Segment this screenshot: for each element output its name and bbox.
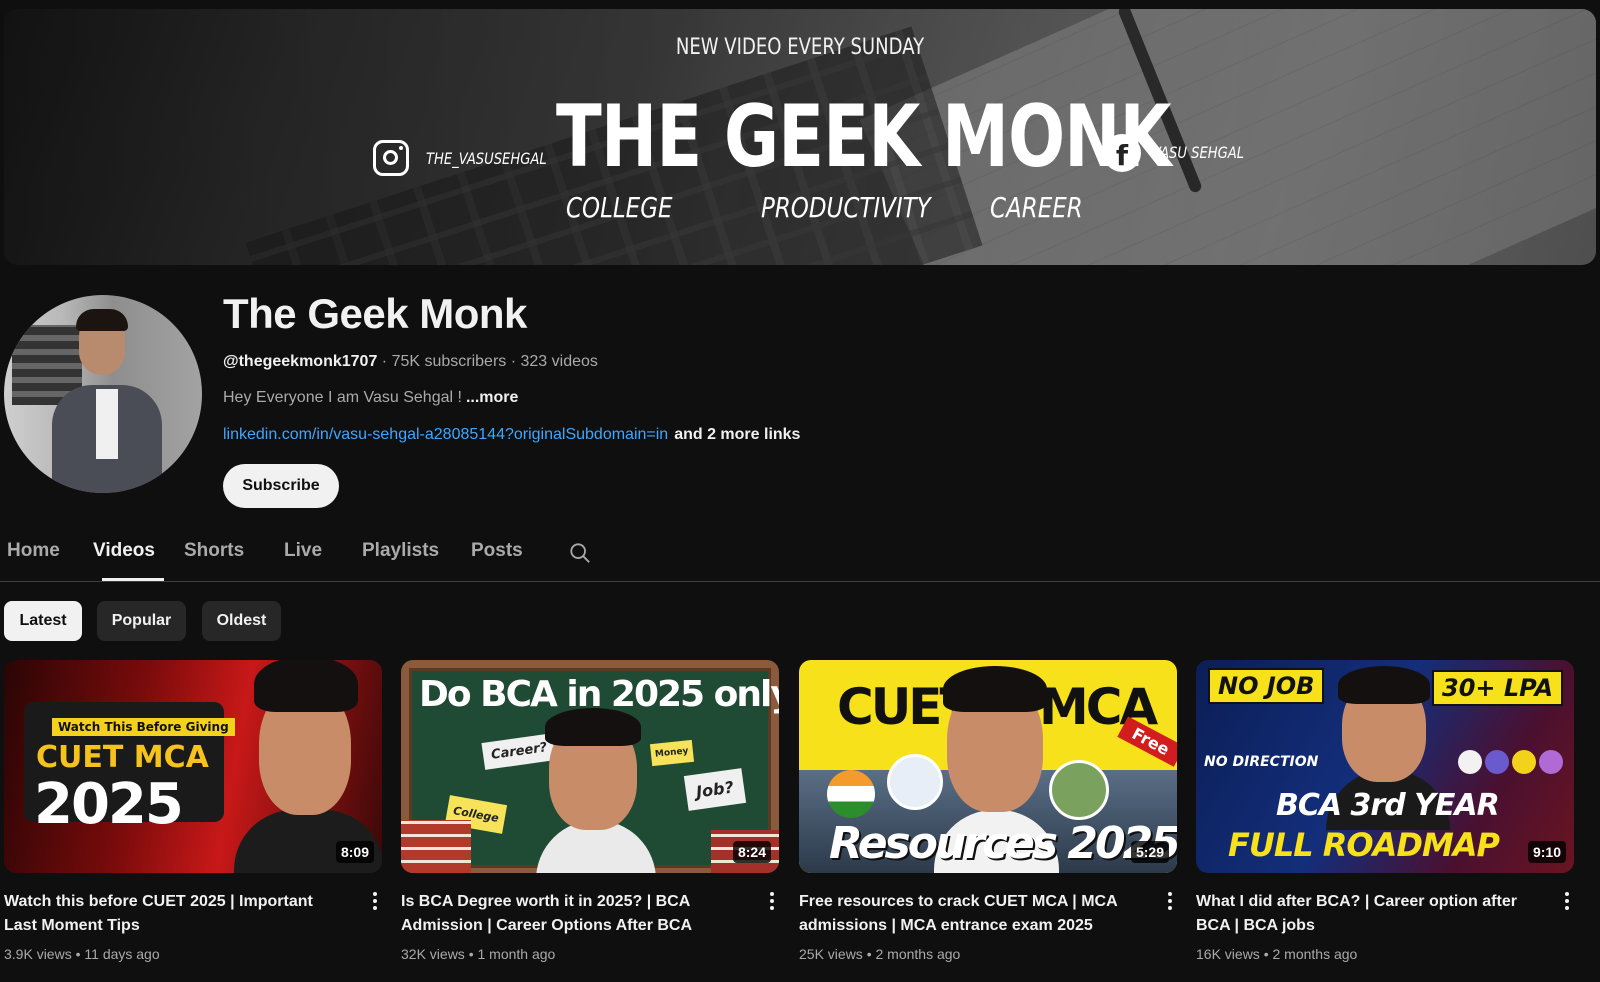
- video-thumbnail[interactable]: Watch This Before Giving CUET MCA 2025 8…: [4, 660, 382, 873]
- video-views: 3.9K views: [4, 946, 72, 962]
- thumb-text: Watch This Before Giving: [52, 718, 235, 736]
- facebook-icon: f: [1103, 134, 1141, 172]
- video-meta: 3.9K views • 11 days ago: [4, 946, 160, 962]
- tab-live[interactable]: Live: [284, 540, 322, 562]
- video-views: 32K views: [401, 946, 465, 962]
- thumb-text: CUET MCA: [36, 740, 209, 775]
- video-title[interactable]: Watch this before CUET 2025 | Important …: [4, 890, 349, 938]
- filter-oldest[interactable]: Oldest: [202, 601, 281, 641]
- thumb-person-hair: [943, 666, 1047, 712]
- more-options-icon[interactable]: [1560, 892, 1574, 912]
- thumb-flag-circle: [827, 770, 875, 818]
- channel-avatar[interactable]: [4, 295, 202, 493]
- channel-meta: @thegeekmonk1707 · 75K subscribers · 323…: [223, 353, 598, 371]
- video-meta: 16K views • 2 months ago: [1196, 946, 1358, 962]
- channel-links: linkedin.com/in/vasu-sehgal-a28085144?or…: [223, 426, 800, 444]
- thumb-book-circle: [887, 754, 943, 810]
- channel-stats: · 75K subscribers · 323 videos: [377, 353, 598, 370]
- tab-posts[interactable]: Posts: [471, 540, 523, 562]
- channel-banner: NEW VIDEO EVERY SUNDAY THE GEEK MONK COL…: [4, 9, 1596, 265]
- active-tab-indicator: [102, 578, 164, 581]
- subscribe-button[interactable]: Subscribe: [223, 464, 339, 508]
- channel-tabs: Home Videos Shorts Live Playlists Posts: [0, 530, 1600, 582]
- video-duration: 8:24: [732, 841, 771, 863]
- avatar-hair: [76, 309, 128, 331]
- filter-latest[interactable]: Latest: [4, 601, 82, 641]
- channel-description[interactable]: Hey Everyone I am Vasu Sehgal ! ...more: [223, 389, 518, 407]
- tab-shorts[interactable]: Shorts: [184, 540, 244, 562]
- tab-playlists[interactable]: Playlists: [362, 540, 439, 562]
- video-age: 1 month ago: [477, 946, 556, 962]
- video-card[interactable]: CUET MCA Free Resources 2025 5:29 Free r…: [799, 660, 1177, 962]
- video-meta: 32K views • 1 month ago: [401, 946, 556, 962]
- banner-instagram-handle: THE_VASUSEHGAL: [426, 149, 547, 168]
- more-options-icon[interactable]: [1163, 892, 1177, 912]
- banner-title: THE GEEK MONK: [556, 87, 1172, 187]
- more-links-button[interactable]: and 2 more links: [674, 426, 800, 443]
- tab-home[interactable]: Home: [7, 540, 60, 562]
- thumb-tech-icons: [1458, 750, 1564, 778]
- video-card[interactable]: NO JOB 30+ LPA NO DIRECTION BCA 3rd YEAR…: [1196, 660, 1574, 962]
- channel-description-text: Hey Everyone I am Vasu Sehgal !: [223, 389, 462, 406]
- thumb-books-left: [401, 820, 471, 873]
- video-age: 11 days ago: [84, 946, 160, 962]
- avatar-shirt: [96, 389, 118, 459]
- video-title[interactable]: Is BCA Degree worth it in 2025? | BCA Ad…: [401, 890, 746, 938]
- banner-subtitle-productivity: PRODUCTIVITY: [761, 191, 931, 224]
- video-age: 2 months ago: [1272, 946, 1358, 962]
- video-thumbnail[interactable]: NO JOB 30+ LPA NO DIRECTION BCA 3rd YEAR…: [1196, 660, 1574, 873]
- banner-subtitle-college: COLLEGE: [566, 191, 673, 224]
- banner-subtitle-career: CAREER: [990, 191, 1083, 224]
- thumb-text: 30+ LPA: [1432, 670, 1564, 706]
- video-title[interactable]: What I did after BCA? | Career option af…: [1196, 890, 1541, 938]
- instagram-icon: [373, 140, 409, 176]
- video-views: 16K views: [1196, 946, 1260, 962]
- thumb-person-hair: [545, 708, 641, 746]
- banner-facebook-handle: VASU SEHGAL: [1152, 143, 1245, 162]
- video-card[interactable]: Watch This Before Giving CUET MCA 2025 8…: [4, 660, 382, 962]
- thumb-campus-circle: [1049, 760, 1109, 820]
- video-duration: 9:10: [1527, 841, 1566, 863]
- thumb-text: BCA 3rd YEAR: [1276, 788, 1500, 823]
- video-views: 25K views: [799, 946, 863, 962]
- video-title[interactable]: Free resources to crack CUET MCA | MCA a…: [799, 890, 1144, 938]
- thumb-text: Money: [649, 739, 694, 767]
- video-duration: 8:09: [335, 841, 374, 863]
- video-thumbnail[interactable]: CUET MCA Free Resources 2025 5:29: [799, 660, 1177, 873]
- thumb-person-hair: [254, 660, 358, 712]
- search-icon[interactable]: [569, 542, 591, 564]
- linkedin-link[interactable]: linkedin.com/in/vasu-sehgal-a28085144?or…: [223, 426, 668, 443]
- more-options-icon[interactable]: [368, 892, 382, 912]
- banner-tagline: NEW VIDEO EVERY SUNDAY: [675, 35, 925, 60]
- thumb-person-hair: [1338, 666, 1430, 704]
- video-thumbnail[interactable]: Do BCA in 2025 only if... Career? Job? C…: [401, 660, 779, 873]
- video-card[interactable]: Do BCA in 2025 only if... Career? Job? C…: [401, 660, 779, 962]
- thumb-text: NO JOB: [1208, 668, 1325, 704]
- tab-videos[interactable]: Videos: [93, 540, 155, 562]
- thumb-text: 2025: [34, 772, 184, 837]
- video-age: 2 months ago: [875, 946, 961, 962]
- thumb-text: NO DIRECTION: [1204, 754, 1319, 770]
- thumb-text: Resources 2025: [829, 818, 1177, 869]
- filter-popular[interactable]: Popular: [97, 601, 186, 641]
- more-options-icon[interactable]: [765, 892, 779, 912]
- video-meta: 25K views • 2 months ago: [799, 946, 961, 962]
- description-more-button[interactable]: ...more: [466, 389, 518, 406]
- channel-name: The Geek Monk: [223, 290, 527, 337]
- thumb-text: FULL ROADMAP: [1228, 826, 1500, 864]
- video-duration: 5:29: [1130, 841, 1169, 863]
- channel-handle: @thegeekmonk1707: [223, 353, 378, 370]
